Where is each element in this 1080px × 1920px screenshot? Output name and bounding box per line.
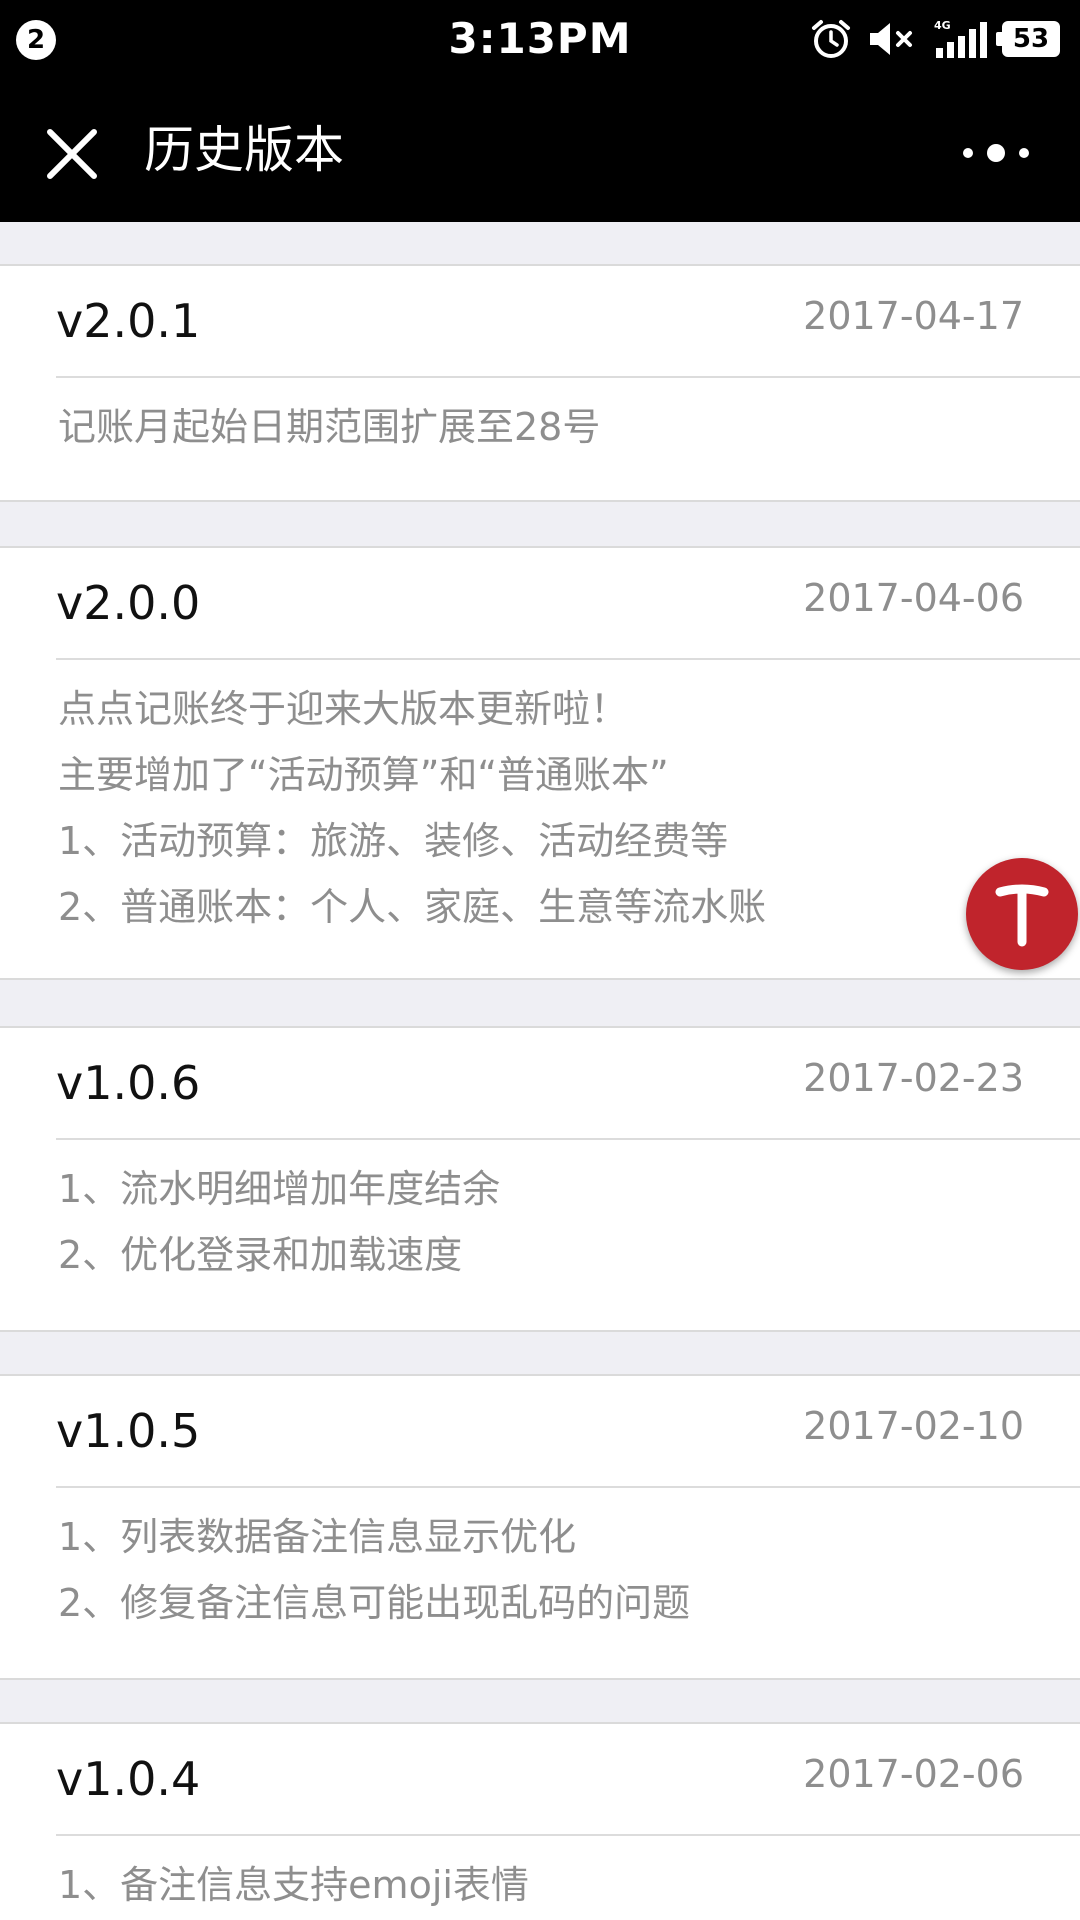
t-icon <box>995 884 1049 947</box>
divider <box>56 1138 1080 1140</box>
mute-icon <box>870 23 912 55</box>
battery-icon: 53 <box>996 21 1060 57</box>
version-number: v1.0.6 <box>56 1056 201 1110</box>
version-card: v1.0.4 2017-02-06 1、备注信息支持emoji表情 <box>0 1722 1080 1920</box>
note-line: 1、备注信息支持emoji表情 <box>58 1863 529 1907</box>
note-line: 2、普通账本：个人、家庭、生意等流水账 <box>58 885 767 929</box>
page-title: 历史版本 <box>144 121 344 179</box>
version-number: v2.0.0 <box>56 576 201 630</box>
release-notes: 点点记账终于迎来大版本更新啦！ 主要增加了“活动预算”和“普通账本” 1、活动预… <box>0 660 1080 940</box>
version-card: v1.0.6 2017-02-23 1、流水明细增加年度结余 2、优化登录和加载… <box>0 1026 1080 1332</box>
version-card-header: v2.0.1 2017-04-17 <box>0 266 1080 378</box>
signal-icon: 4G <box>934 19 987 58</box>
divider <box>56 658 1080 660</box>
release-date: 2017-02-10 <box>803 1404 1024 1448</box>
divider <box>56 1486 1080 1488</box>
note-line: 主要增加了“活动预算”和“普通账本” <box>58 753 669 797</box>
version-card: v2.0.0 2017-04-06 点点记账终于迎来大版本更新啦！ 主要增加了“… <box>0 546 1080 980</box>
version-card: v1.0.5 2017-02-10 1、列表数据备注信息显示优化 2、修复备注信… <box>0 1374 1080 1680</box>
release-notes: 1、流水明细增加年度结余 2、优化登录和加载速度 <box>0 1140 1080 1288</box>
note-line: 1、列表数据备注信息显示优化 <box>58 1515 577 1559</box>
version-card-header: v2.0.0 2017-04-06 <box>0 548 1080 660</box>
version-number: v1.0.4 <box>56 1752 201 1806</box>
version-card-header: v1.0.6 2017-02-23 <box>0 1028 1080 1140</box>
version-card-header: v1.0.5 2017-02-10 <box>0 1376 1080 1488</box>
note-line: 点点记账终于迎来大版本更新啦！ <box>58 687 629 731</box>
version-history-list[interactable]: v2.0.1 2017-04-17 记账月起始日期范围扩展至28号 v2.0.0… <box>0 222 1080 1920</box>
floating-t-button[interactable] <box>966 858 1078 970</box>
divider <box>56 1834 1080 1836</box>
release-date: 2017-04-06 <box>803 576 1024 620</box>
alarm-icon <box>812 20 850 58</box>
version-number: v2.0.1 <box>56 294 201 348</box>
note-line: 记账月起始日期范围扩展至28号 <box>58 405 601 449</box>
more-icon[interactable] <box>950 128 1050 178</box>
nav-bar: 历史版本 <box>0 78 1080 222</box>
note-line: 2、优化登录和加载速度 <box>58 1233 463 1277</box>
note-line: 1、活动预算：旅游、装修、活动经费等 <box>58 819 729 863</box>
release-notes: 1、列表数据备注信息显示优化 2、修复备注信息可能出现乱码的问题 <box>0 1488 1080 1636</box>
note-line: 1、流水明细增加年度结余 <box>58 1167 501 1211</box>
release-date: 2017-02-23 <box>803 1056 1024 1100</box>
divider <box>56 376 1080 378</box>
version-number: v1.0.5 <box>56 1404 201 1458</box>
version-card-header: v1.0.4 2017-02-06 <box>0 1724 1080 1836</box>
status-icons: 4G 53 <box>810 16 1060 62</box>
network-type-label: 4G <box>934 19 951 32</box>
note-line: 2、修复备注信息可能出现乱码的问题 <box>58 1581 691 1625</box>
release-notes: 1、备注信息支持emoji表情 <box>0 1836 1080 1918</box>
release-notes: 记账月起始日期范围扩展至28号 <box>0 378 1080 460</box>
release-date: 2017-02-06 <box>803 1752 1024 1796</box>
release-date: 2017-04-17 <box>803 294 1024 338</box>
version-card: v2.0.1 2017-04-17 记账月起始日期范围扩展至28号 <box>0 264 1080 502</box>
status-bar: 2 3:13PM 4G 53 <box>0 0 1080 78</box>
close-icon[interactable] <box>40 122 104 186</box>
